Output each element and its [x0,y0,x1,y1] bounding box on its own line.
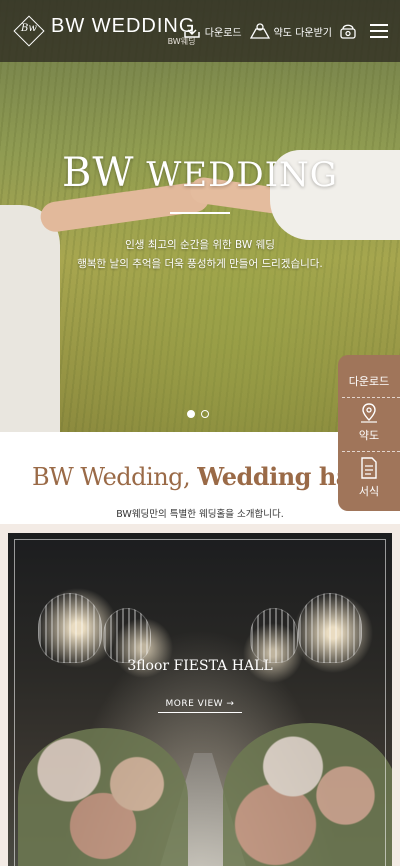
quick-menu-divider [342,451,400,452]
hero-line-2: 행복한 날의 추억을 더욱 풍성하게 만들어 드리겠습니다. [77,258,323,270]
hall-name: 3floor FIESTA HALL [127,658,273,674]
header-actions: 다운로드 약도 다운받기 [175,0,388,62]
hero-title: BW WEDDING [0,150,400,196]
hero-line-1: 인생 최고의 순간을 위한 BW 웨딩 [125,239,275,251]
quick-menu-divider [342,397,400,398]
slider-dot-1[interactable] [187,410,195,418]
phone-button[interactable] [340,23,360,39]
section-title-part1: BW Wedding, [31,463,191,491]
quick-menu-map[interactable]: 약도 [338,403,400,443]
logo-title: BW WEDDING [51,15,196,37]
hamburger-menu-icon[interactable] [370,24,388,38]
logo-mark-icon: Bw [13,15,45,47]
header: Bw BW WEDDING BW웨딩 다운로드 약도 다운받기 [0,0,400,62]
download-button[interactable]: 다운로드 [183,23,242,39]
map-download-button[interactable]: 약도 다운받기 [249,23,332,39]
slider-dots [187,410,215,418]
quick-menu-form-label: 서식 [358,485,380,498]
hero-title-prefix: BW [62,150,135,196]
map-download-label: 약도 다운받기 [273,27,332,39]
hall-card[interactable]: 3floor FIESTA HALL MORE VIEW → [8,533,392,866]
logo-text: BW WEDDING BW웨딩 [51,16,195,46]
quick-menu-title: 다운로드 [348,375,390,388]
document-icon [361,457,377,479]
quick-menu-map-label: 약도 [358,429,380,442]
hero-divider [170,212,230,214]
more-view-link[interactable]: MORE VIEW → [158,699,242,713]
quick-menu-form[interactable]: 서식 [338,457,400,499]
page: BW WEDDING 인생 최고의 순간을 위한 BW 웨딩 행복한 날의 추억… [0,0,400,866]
hero-title-rest: WEDDING [146,155,338,195]
download-icon [184,25,200,38]
download-label: 다운로드 [204,27,242,39]
quick-menu: 다운로드 약도 서식 [338,355,400,511]
slider-dot-2[interactable] [201,410,209,418]
map-icon [249,23,270,39]
logo[interactable]: Bw BW WEDDING BW웨딩 [13,15,195,47]
phone-icon [340,24,356,39]
map-pin-icon [361,403,377,423]
hero-text: 인생 최고의 순간을 위한 BW 웨딩 행복한 날의 추억을 더욱 풍성하게 만… [0,236,400,274]
logo-subtitle: BW웨딩 [167,37,196,46]
